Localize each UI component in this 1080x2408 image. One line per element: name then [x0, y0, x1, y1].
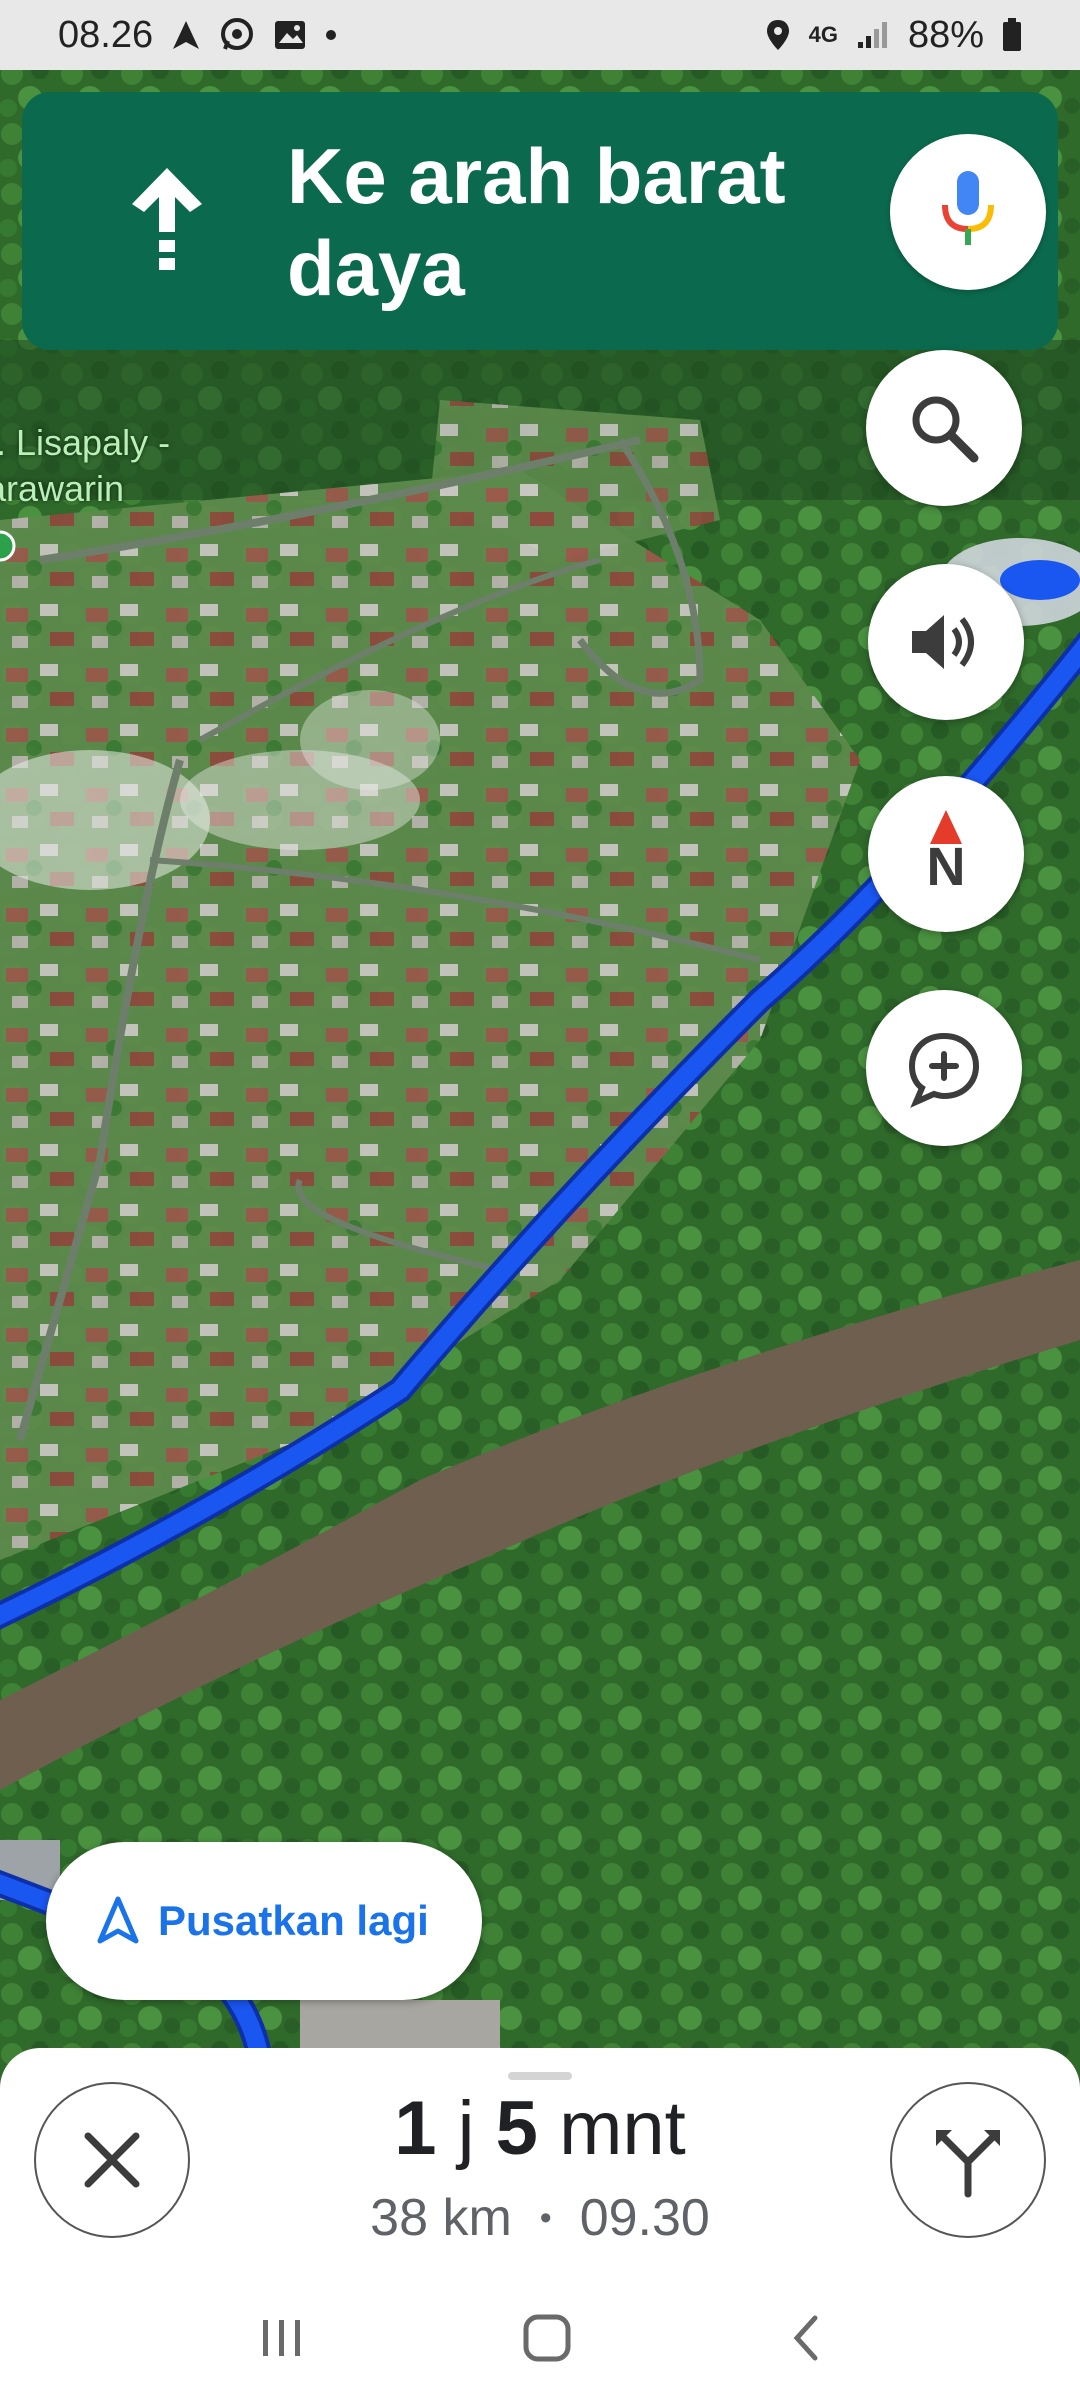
status-time: 08.26: [58, 13, 154, 56]
navigation-icon: [171, 19, 201, 51]
recenter-label: Pusatkan lagi: [158, 1897, 429, 1944]
sound-button[interactable]: [868, 564, 1024, 720]
search-icon: [912, 396, 979, 463]
instruction-text: Ke arah barat daya: [287, 132, 786, 312]
route-split-icon: [936, 2130, 1000, 2198]
compass-needle-icon: [930, 810, 962, 844]
add-report-icon: [908, 1032, 980, 1108]
voice-search-button[interactable]: [890, 134, 1046, 290]
notification-dot-icon: [325, 29, 337, 41]
separator: •: [539, 2198, 552, 2237]
trip-duration: 1 j 5 mnt: [240, 2084, 840, 2174]
system-navigation-bar: [0, 2268, 1080, 2408]
compass-button[interactable]: N: [868, 776, 1024, 932]
back-icon[interactable]: [787, 2312, 823, 2364]
status-bar: 08.26 4G 88%: [0, 0, 1080, 70]
location-icon: [765, 18, 791, 52]
straight-arrow-icon: [132, 168, 202, 270]
duration-hours: 1: [394, 2086, 437, 2171]
signal-icon: [856, 20, 890, 50]
whatsapp-icon: [219, 17, 255, 53]
trip-distance: 38 km: [370, 2189, 512, 2247]
add-report-button[interactable]: [866, 990, 1022, 1146]
network-type: 4G: [808, 22, 838, 47]
battery-icon: [1002, 18, 1022, 52]
place-label[interactable]: I. Lisapaly - arawarin: [0, 420, 226, 512]
hour-unit: j: [457, 2086, 475, 2171]
recenter-button[interactable]: Pusatkan lagi: [46, 1842, 482, 2000]
navigation-banner[interactable]: Ke arah barat daya: [22, 92, 1058, 350]
search-button[interactable]: [866, 350, 1022, 506]
compass-letter: N: [926, 837, 966, 897]
gallery-icon: [273, 19, 307, 51]
trip-details: 38 km • 09.30: [240, 2188, 840, 2248]
arrival-time: 09.30: [579, 2189, 710, 2247]
navigation-arrow-icon: [97, 1896, 139, 1944]
volume-icon: [912, 615, 974, 669]
battery-percent: 88%: [907, 13, 984, 56]
close-icon: [84, 2132, 140, 2188]
recent-apps-icon[interactable]: [257, 2316, 307, 2360]
exit-navigation-button[interactable]: [34, 2082, 190, 2238]
duration-minutes: 5: [495, 2086, 538, 2171]
microphone-icon: [942, 171, 994, 245]
minute-unit: mnt: [559, 2086, 686, 2171]
alternate-routes-button[interactable]: [890, 2082, 1046, 2238]
home-icon[interactable]: [521, 2312, 573, 2364]
drag-handle[interactable]: [508, 2072, 572, 2080]
